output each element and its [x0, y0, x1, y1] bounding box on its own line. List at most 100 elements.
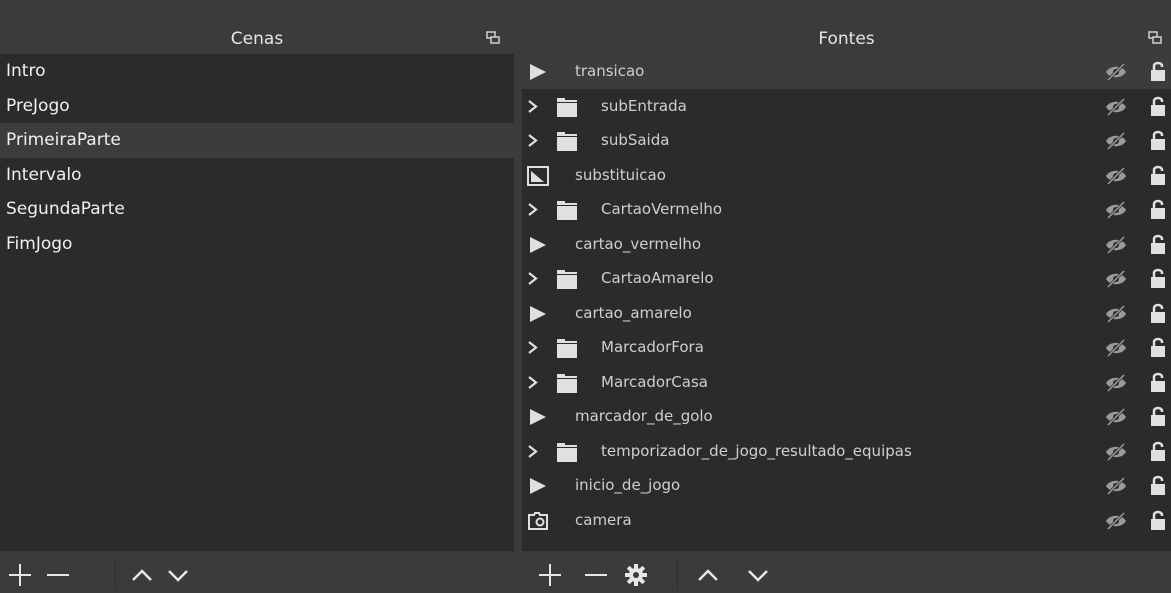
add-scene-button[interactable] [6, 561, 34, 589]
visibility-hidden-icon[interactable] [1105, 62, 1127, 82]
expand-chevron-icon[interactable] [527, 341, 539, 354]
lock-unlocked-icon[interactable] [1150, 129, 1166, 151]
lock-unlocked-icon[interactable] [1150, 60, 1166, 82]
media-source-icon [527, 475, 549, 497]
folder-group-icon [556, 372, 578, 394]
toolbar-separator [115, 559, 116, 589]
lock-unlocked-icon[interactable] [1150, 233, 1166, 255]
source-name: substituicao [575, 165, 666, 184]
expand-chevron-icon[interactable] [527, 134, 539, 147]
visibility-hidden-icon[interactable] [1105, 373, 1127, 393]
lock-unlocked-icon[interactable] [1150, 267, 1166, 289]
sources-toolbar [522, 551, 1171, 593]
visibility-hidden-icon[interactable] [1105, 304, 1127, 324]
scene-list: Intro PreJogo PrimeiraParte Intervalo Segund… [0, 54, 514, 551]
folder-group-icon [556, 199, 578, 221]
visibility-hidden-icon[interactable] [1105, 511, 1127, 531]
move-scene-up-button[interactable] [128, 561, 156, 589]
source-row[interactable]: camera [522, 503, 1171, 538]
image-source-icon [527, 165, 549, 187]
scene-item[interactable]: PrimeiraParte [0, 123, 514, 158]
source-name: inicio_de_jogo [575, 476, 681, 494]
lock-unlocked-icon[interactable] [1150, 302, 1166, 324]
source-properties-button[interactable] [622, 561, 650, 589]
visibility-hidden-icon[interactable] [1105, 131, 1127, 151]
scenes-toolbar [0, 551, 514, 593]
scene-item[interactable]: FimJogo [0, 227, 514, 262]
source-name: cartao_amarelo [575, 303, 692, 322]
sources-dock-header: Fontes [522, 24, 1171, 54]
visibility-hidden-icon[interactable] [1105, 338, 1127, 358]
visibility-hidden-icon[interactable] [1105, 442, 1127, 462]
source-row[interactable]: substituicao [522, 158, 1171, 193]
lock-unlocked-icon[interactable] [1150, 371, 1166, 393]
visibility-hidden-icon[interactable] [1105, 200, 1127, 220]
remove-source-button[interactable] [582, 561, 610, 589]
scene-item[interactable]: SegundaParte [0, 192, 514, 227]
move-source-down-button[interactable] [744, 561, 772, 589]
source-row[interactable]: temporizador_de_jogo_resultado_equipas [522, 434, 1171, 469]
source-name: cartao_vermelho [575, 234, 702, 253]
lock-unlocked-icon[interactable] [1150, 164, 1166, 186]
folder-group-icon [556, 268, 578, 290]
remove-scene-button[interactable] [44, 561, 72, 589]
move-source-up-button[interactable] [694, 561, 722, 589]
sources-dock: Fontes transicao subEntrada subSaida substi… [522, 24, 1171, 593]
visibility-hidden-icon[interactable] [1105, 166, 1127, 186]
visibility-hidden-icon[interactable] [1105, 97, 1127, 117]
visibility-hidden-icon[interactable] [1105, 235, 1127, 255]
dock-splitter[interactable] [514, 24, 522, 593]
source-name: CartaoVermelho [601, 200, 723, 218]
source-row[interactable]: subEntrada [522, 89, 1171, 124]
source-row[interactable]: MarcadorFora [522, 330, 1171, 365]
source-name: marcador_de_golo [575, 407, 713, 425]
source-name: transicao [575, 62, 645, 80]
expand-chevron-icon[interactable] [527, 99, 539, 113]
folder-group-icon [556, 337, 578, 359]
camera-icon [527, 510, 549, 532]
scenes-title: Cenas [230, 29, 284, 49]
folder-group-icon [556, 130, 578, 152]
expand-chevron-icon[interactable] [527, 272, 539, 285]
lock-unlocked-icon[interactable] [1150, 509, 1166, 531]
lock-unlocked-icon[interactable] [1150, 474, 1166, 496]
visibility-hidden-icon[interactable] [1105, 407, 1127, 427]
lock-unlocked-icon[interactable] [1150, 336, 1166, 358]
move-scene-down-button[interactable] [164, 561, 192, 589]
expand-chevron-icon[interactable] [527, 203, 539, 216]
source-row[interactable]: subSaida [522, 123, 1171, 158]
folder-group-icon [556, 96, 578, 118]
source-name: camera [575, 510, 632, 529]
visibility-hidden-icon[interactable] [1105, 476, 1127, 496]
source-row[interactable]: MarcadorCasa [522, 365, 1171, 400]
source-name: MarcadorCasa [601, 372, 708, 391]
scenes-dock-header: Cenas [0, 24, 514, 54]
folder-group-icon [556, 441, 578, 463]
source-name: subEntrada [601, 96, 687, 115]
lock-unlocked-icon[interactable] [1150, 440, 1166, 462]
source-name: temporizador_de_jogo_resultado_equipas [601, 441, 912, 460]
undock-icon[interactable] [486, 31, 500, 45]
source-row[interactable]: marcador_de_golo [522, 399, 1171, 434]
lock-unlocked-icon[interactable] [1150, 198, 1166, 220]
visibility-hidden-icon[interactable] [1105, 269, 1127, 289]
source-row[interactable]: transicao [522, 54, 1171, 89]
add-source-button[interactable] [536, 561, 564, 589]
media-source-icon [527, 303, 549, 325]
expand-chevron-icon[interactable] [527, 375, 539, 389]
source-row[interactable]: CartaoVermelho [522, 192, 1171, 227]
source-row[interactable]: cartao_vermelho [522, 227, 1171, 262]
media-source-icon [527, 406, 549, 428]
undock-icon[interactable] [1148, 31, 1162, 45]
expand-chevron-icon[interactable] [527, 444, 539, 458]
lock-unlocked-icon[interactable] [1150, 405, 1166, 427]
scene-item[interactable]: Intro [0, 54, 514, 89]
source-row[interactable]: inicio_de_jogo [522, 468, 1171, 503]
source-name: subSaida [601, 131, 670, 149]
source-list: transicao subEntrada subSaida substituicao C… [522, 54, 1171, 551]
lock-unlocked-icon[interactable] [1150, 95, 1166, 117]
scene-item[interactable]: Intervalo [0, 158, 514, 193]
source-row[interactable]: cartao_amarelo [522, 296, 1171, 331]
source-row[interactable]: CartaoAmarelo [522, 261, 1171, 296]
scene-item[interactable]: PreJogo [0, 89, 514, 124]
